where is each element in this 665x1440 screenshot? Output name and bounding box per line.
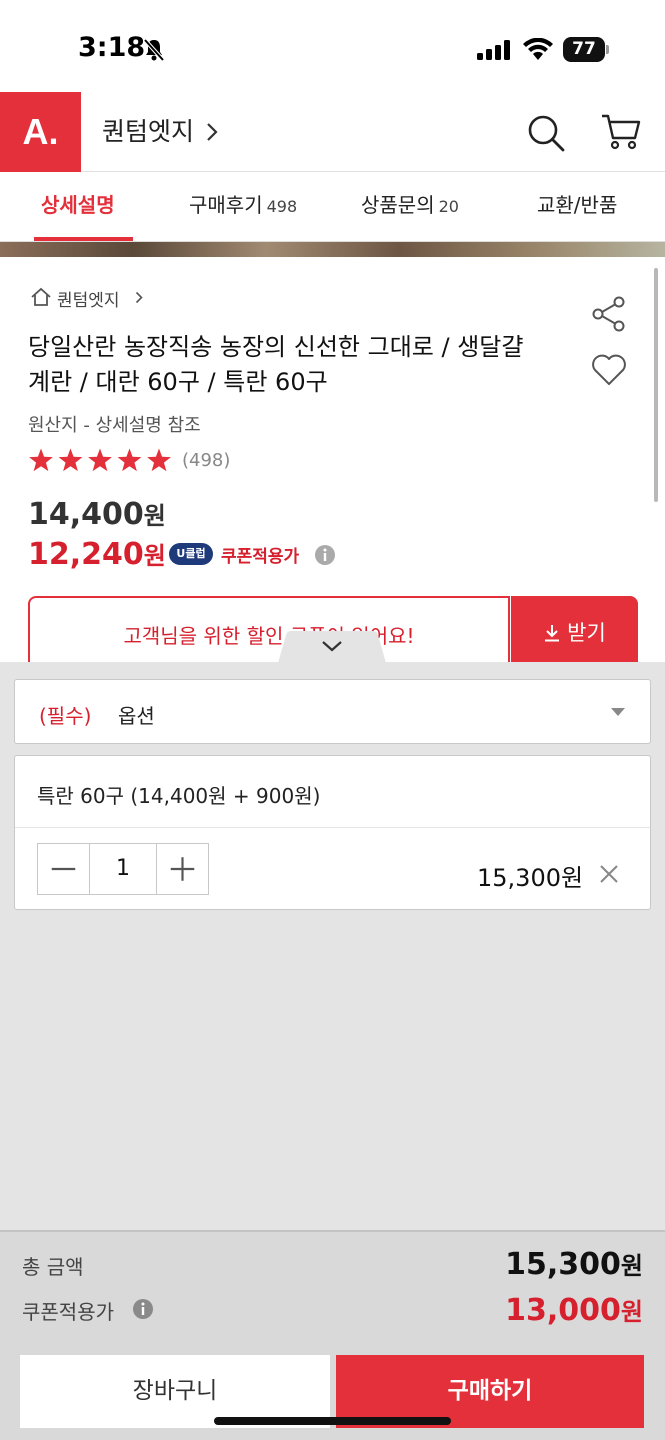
- original-price: 14,400원: [28, 496, 166, 532]
- tab-count: 498: [266, 197, 298, 216]
- review-count[interactable]: (498): [182, 450, 230, 471]
- tab-inquiries[interactable]: 상품문의 20: [361, 172, 459, 242]
- search-icon[interactable]: [527, 114, 565, 152]
- option-select[interactable]: (필수) 옵션: [14, 679, 651, 744]
- signal-icon: [477, 40, 510, 60]
- option-line-price: 15,300원: [477, 864, 584, 892]
- star-icon: [58, 448, 83, 472]
- option-sheet: [0, 662, 665, 1230]
- divider: [15, 827, 650, 828]
- total-price: 15,300원: [505, 1246, 643, 1282]
- scrollbar[interactable]: [654, 268, 658, 502]
- battery-nub: [606, 45, 609, 54]
- home-icon[interactable]: [30, 287, 52, 307]
- active-tab-indicator: [34, 237, 133, 241]
- info-icon[interactable]: [314, 544, 336, 566]
- download-icon: [545, 625, 560, 642]
- quantity-value[interactable]: 1: [90, 844, 156, 894]
- selected-option-name: 특란 60구 (14,400원 + 900원): [37, 784, 321, 808]
- option-select-label: 옵션: [118, 704, 155, 728]
- coupon-download-label: 받기: [567, 621, 606, 645]
- chevron-right-icon[interactable]: [205, 121, 219, 143]
- store-header: A. 퀀텀엣지: [0, 92, 665, 172]
- battery-level: 77: [563, 37, 605, 62]
- currency-unit: 원: [620, 1252, 643, 1280]
- product-photo-strip: [0, 242, 665, 257]
- tab-exchange-return[interactable]: 교환/반품: [537, 172, 617, 242]
- currency-unit: 원: [620, 1298, 643, 1326]
- tab-reviews[interactable]: 구매후기 498: [189, 172, 297, 242]
- required-tag: (필수): [39, 704, 92, 728]
- sale-price: 12,240원: [28, 536, 166, 572]
- bell-slash-icon: [143, 38, 165, 62]
- tab-label: 상세설명: [41, 193, 115, 217]
- uclub-badge: U클럽: [169, 543, 213, 565]
- coupon-total-value: 13,000: [505, 1293, 621, 1328]
- tab-details[interactable]: 상세설명: [41, 172, 115, 242]
- heart-icon[interactable]: [591, 354, 627, 386]
- product-tabs: 상세설명 구매후기 498 상품문의 20 교환/반품: [0, 172, 665, 242]
- tab-count: 20: [438, 197, 459, 216]
- star-icon: [147, 448, 171, 472]
- total-price-value: 15,300: [505, 1247, 621, 1282]
- sale-price-value: 12,240: [28, 537, 144, 572]
- close-icon[interactable]: [599, 864, 619, 884]
- coupon-total-price: 13,000원: [505, 1292, 643, 1328]
- share-icon[interactable]: [590, 296, 628, 332]
- breadcrumb[interactable]: 퀀텀엣지: [57, 286, 120, 311]
- cart-icon[interactable]: [600, 112, 642, 150]
- quantity-stepper: 1: [37, 843, 209, 895]
- wifi-icon: [523, 38, 553, 60]
- info-icon[interactable]: [132, 1298, 154, 1320]
- plus-icon[interactable]: [156, 844, 208, 894]
- status-time: 3:18: [78, 32, 146, 63]
- selected-option-item: 특란 60구 (14,400원 + 900원) 1 15,300원: [14, 755, 651, 910]
- battery-indicator: 77: [563, 37, 609, 62]
- currency-unit: 원: [143, 542, 166, 570]
- store-logo[interactable]: A.: [0, 92, 81, 172]
- tab-label: 상품문의: [361, 193, 435, 217]
- star-icon: [117, 448, 142, 472]
- coupon-banner-text: 고객님을 위한 할인 쿠폰이 있어요!: [123, 624, 415, 648]
- coupon-total-label: 쿠폰적용가: [22, 1300, 114, 1324]
- product-title: 당일산란 농장직송 농장의 신선한 그대로 / 생달걀 계란 / 대란 60구 …: [28, 333, 524, 396]
- product-origin: 원산지 - 상세설명 참조: [28, 415, 201, 436]
- star-icon: [29, 448, 53, 472]
- tab-label: 교환/반품: [537, 193, 618, 217]
- total-label: 총 금액: [22, 1255, 84, 1279]
- caret-down-icon: [611, 708, 625, 716]
- chevron-right-icon: [135, 291, 143, 304]
- minus-icon[interactable]: [38, 844, 90, 894]
- currency-unit: 원: [143, 502, 166, 530]
- store-name-link[interactable]: 퀀텀엣지: [102, 112, 194, 148]
- original-price-value: 14,400: [28, 497, 144, 532]
- sheet-collapse-handle[interactable]: [278, 631, 386, 663]
- rating-stars: [29, 448, 171, 472]
- coupon-price-label: 쿠폰적용가: [221, 547, 300, 567]
- status-bar: 3:18 77: [0, 0, 665, 92]
- tab-label: 구매후기: [189, 193, 263, 217]
- star-icon: [88, 448, 112, 472]
- home-indicator[interactable]: [214, 1417, 451, 1425]
